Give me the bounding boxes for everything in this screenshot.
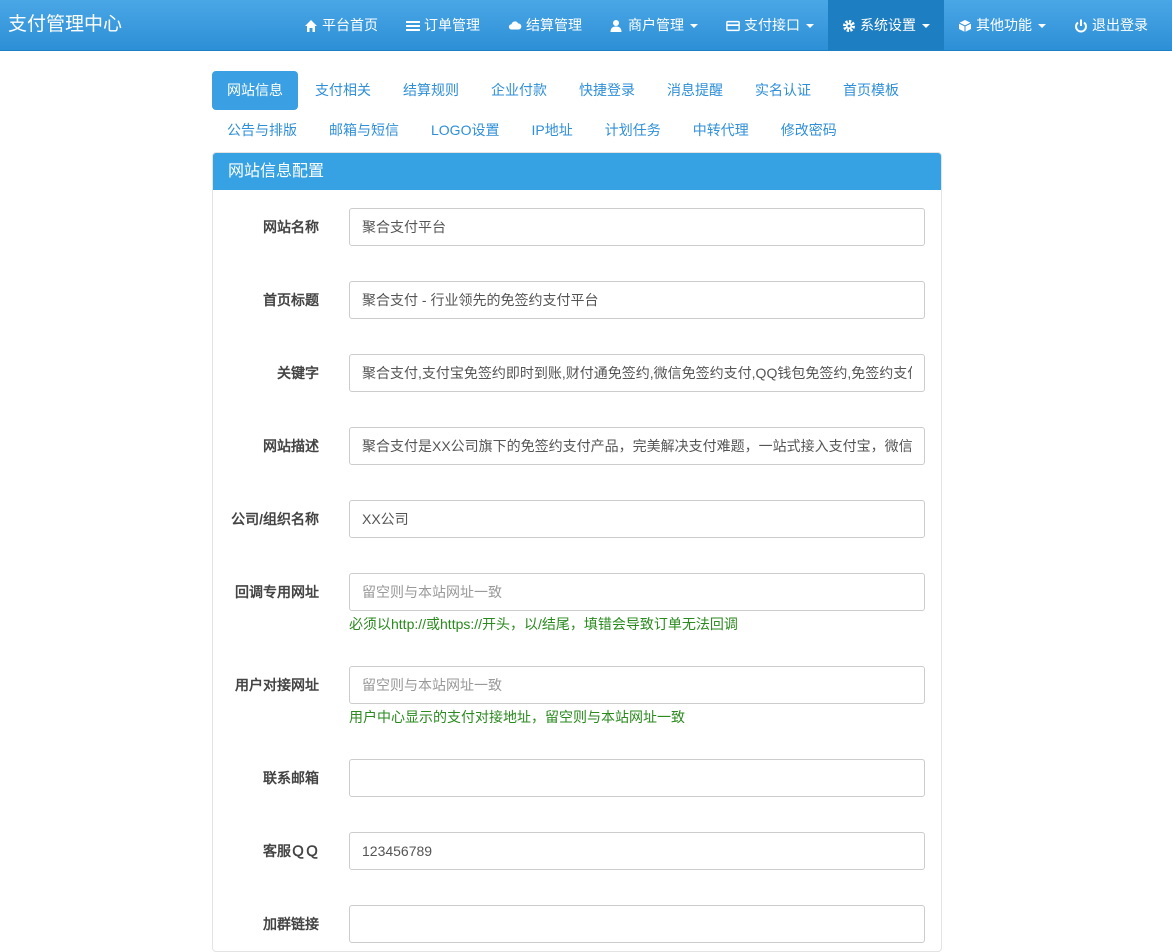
nav-item-logout[interactable]: 退出登录 — [1060, 0, 1162, 51]
nav-item-label: 退出登录 — [1092, 17, 1148, 33]
callback-url-label: 回调专用网址 — [235, 584, 319, 600]
user-icon — [610, 19, 624, 33]
company-name-label: 公司/组织名称 — [231, 511, 319, 527]
contact-email-label: 联系邮箱 — [263, 770, 319, 786]
tab-change-password[interactable]: 修改密码 — [766, 111, 852, 150]
tab-real-name-auth[interactable]: 实名认证 — [740, 71, 826, 110]
tab-quick-login[interactable]: 快捷登录 — [564, 71, 650, 110]
tab-logo-settings[interactable]: LOGO设置 — [416, 111, 514, 150]
group-link-input[interactable] — [349, 905, 925, 943]
power-icon — [1074, 19, 1088, 33]
home-icon — [304, 19, 318, 33]
credit-card-icon — [726, 19, 740, 33]
company-name-input[interactable] — [349, 500, 925, 538]
tab-settlement-rules[interactable]: 结算规则 — [388, 71, 474, 110]
tab-ip-address[interactable]: IP地址 — [516, 111, 587, 150]
user-api-url-label: 用户对接网址 — [235, 677, 319, 693]
nav-item-label: 平台首页 — [322, 17, 378, 33]
tab-email-sms[interactable]: 邮箱与短信 — [314, 111, 414, 150]
site-name-input[interactable] — [349, 208, 925, 246]
list-icon — [406, 19, 420, 33]
nav-item-label: 其他功能 — [976, 17, 1032, 33]
callback-url-help: 必须以http://或https://开头，以/结尾，填错会导致订单无法回调 — [349, 616, 738, 632]
nav-item-system-settings[interactable]: 系统设置 — [828, 0, 944, 51]
brand-title[interactable]: 支付管理中心 — [8, 0, 122, 51]
keywords-input[interactable] — [349, 354, 925, 392]
keywords-label: 关键字 — [277, 365, 319, 381]
user-api-url-help: 用户中心显示的支付对接地址，留空则与本站网址一致 — [349, 709, 685, 725]
group-link-label: 加群链接 — [263, 916, 319, 932]
service-qq-label: 客服ＱＱ — [263, 843, 319, 859]
user-api-url-input[interactable] — [349, 666, 925, 704]
site-name-label: 网站名称 — [263, 219, 319, 235]
tab-notifications[interactable]: 消息提醒 — [652, 71, 738, 110]
main-nav: 平台首页 订单管理 结算管理 商户管理 支付接口 系统设置 其他功能 退出登录 — [290, 0, 1162, 51]
tab-homepage-template[interactable]: 首页模板 — [828, 71, 914, 110]
nav-item-label: 订单管理 — [424, 17, 480, 33]
nav-item-label: 商户管理 — [628, 17, 684, 33]
tab-scheduled-tasks[interactable]: 计划任务 — [590, 111, 676, 150]
nav-item-other-functions[interactable]: 其他功能 — [944, 0, 1060, 51]
description-input[interactable] — [349, 427, 925, 465]
tab-announcement-layout[interactable]: 公告与排版 — [212, 111, 312, 150]
nav-item-label: 结算管理 — [526, 17, 582, 33]
tab-relay-proxy[interactable]: 中转代理 — [678, 111, 764, 150]
chevron-down-icon — [806, 23, 814, 28]
panel-title: 网站信息配置 — [213, 153, 941, 190]
chevron-down-icon — [1038, 23, 1046, 28]
nav-item-home[interactable]: 平台首页 — [290, 0, 392, 51]
tab-enterprise-payment[interactable]: 企业付款 — [476, 71, 562, 110]
service-qq-input[interactable] — [349, 832, 925, 870]
cube-icon — [958, 19, 972, 33]
settings-tabs: 网站信息 支付相关 结算规则 企业付款 快捷登录 消息提醒 实名认证 首页模板 … — [212, 71, 952, 150]
home-title-label: 首页标题 — [263, 292, 319, 308]
nav-item-orders[interactable]: 订单管理 — [392, 0, 494, 51]
nav-item-label: 系统设置 — [860, 17, 916, 33]
callback-url-input[interactable] — [349, 573, 925, 611]
nav-item-label: 支付接口 — [744, 17, 800, 33]
gear-icon — [842, 19, 856, 33]
site-info-panel: 网站信息配置 网站名称 首页标题 关键字 网站描述 公司/组织名称 回调专用网址… — [212, 152, 942, 952]
chevron-down-icon — [690, 23, 698, 28]
top-navbar: 支付管理中心 平台首页 订单管理 结算管理 商户管理 支付接口 系统设置 其他功… — [0, 0, 1172, 51]
home-title-input[interactable] — [349, 281, 925, 319]
description-label: 网站描述 — [263, 438, 319, 454]
cloud-icon — [508, 19, 522, 33]
contact-email-input[interactable] — [349, 759, 925, 797]
chevron-down-icon — [922, 23, 930, 28]
nav-item-merchants[interactable]: 商户管理 — [596, 0, 712, 51]
tab-site-info[interactable]: 网站信息 — [212, 71, 298, 110]
tab-payment[interactable]: 支付相关 — [300, 71, 386, 110]
nav-item-settlement[interactable]: 结算管理 — [494, 0, 596, 51]
nav-item-payment-interface[interactable]: 支付接口 — [712, 0, 828, 51]
